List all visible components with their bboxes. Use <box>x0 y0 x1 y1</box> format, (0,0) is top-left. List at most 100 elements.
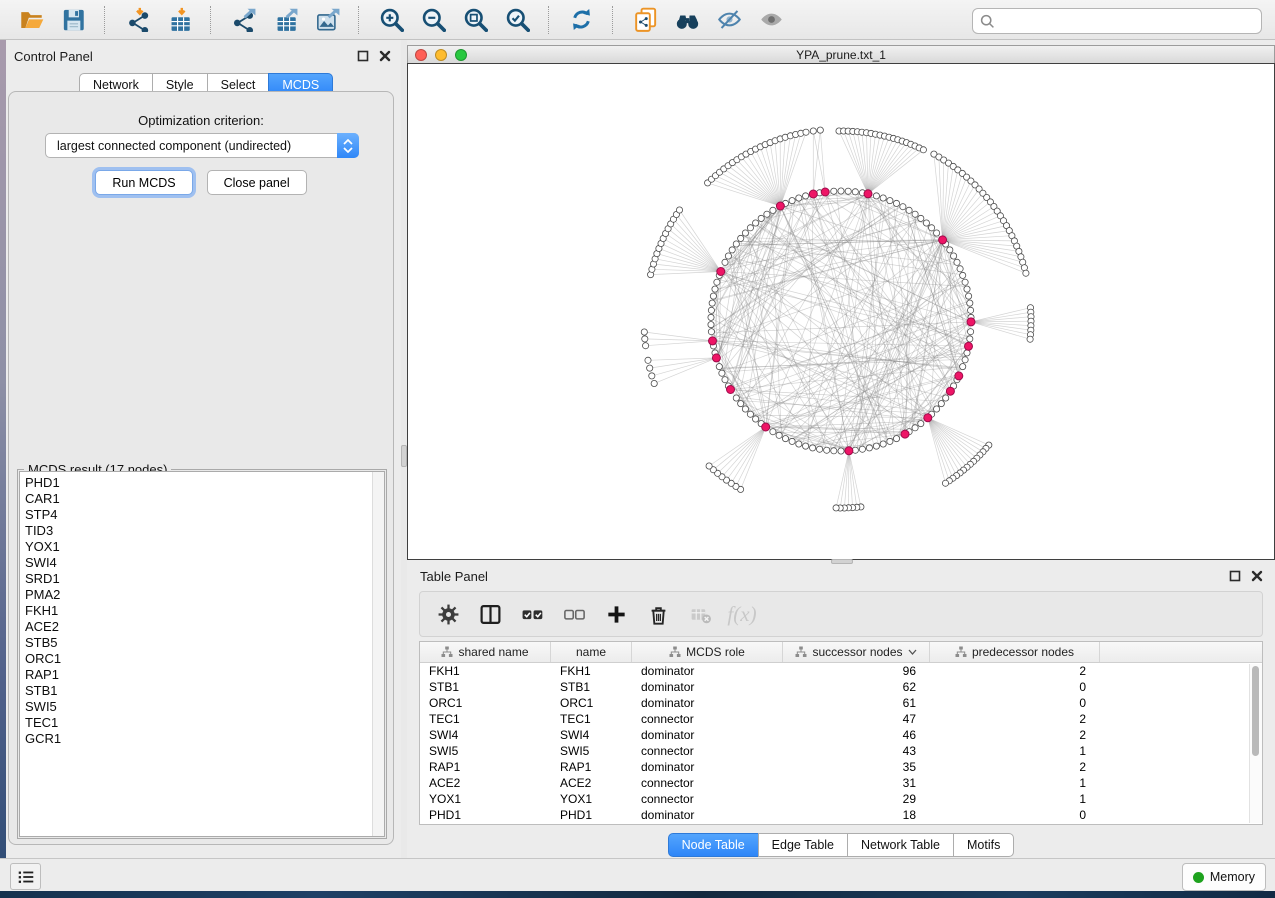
mcds-hub-node[interactable] <box>776 202 784 210</box>
network-node[interactable] <box>796 195 802 201</box>
network-node[interactable] <box>838 448 844 454</box>
table-scrollbar-thumb[interactable] <box>1252 666 1259 756</box>
mcds-result-item[interactable]: ACE2 <box>25 619 372 635</box>
mcds-result-item[interactable]: SRD1 <box>25 571 372 587</box>
run-mcds-button[interactable]: Run MCDS <box>95 170 192 195</box>
network-node[interactable] <box>643 343 649 349</box>
network-node[interactable] <box>873 193 879 199</box>
mcds-hub-node[interactable] <box>946 387 954 395</box>
network-node[interactable] <box>796 441 802 447</box>
network-node[interactable] <box>833 505 839 511</box>
network-node[interactable] <box>966 293 972 299</box>
network-node[interactable] <box>942 480 948 486</box>
table-row-ORC1[interactable]: ORC1ORC1dominator610 <box>420 695 1262 711</box>
memory-button[interactable]: Memory <box>1182 863 1266 891</box>
mcds-hub-node[interactable] <box>924 414 932 422</box>
zoom-out-icon[interactable] <box>418 5 448 35</box>
network-node[interactable] <box>943 395 949 401</box>
network-node[interactable] <box>866 445 872 451</box>
network-node[interactable] <box>934 230 940 236</box>
network-node[interactable] <box>722 377 728 383</box>
network-list-button[interactable] <box>10 863 41 890</box>
network-node[interactable] <box>782 436 788 442</box>
zoom-in-icon[interactable] <box>376 5 406 35</box>
mcds-result-item[interactable]: PMA2 <box>25 587 372 603</box>
network-node[interactable] <box>918 421 924 427</box>
network-node[interactable] <box>738 235 744 241</box>
network-graph[interactable] <box>408 64 1274 559</box>
tab-network-table[interactable]: Network Table <box>847 833 954 857</box>
network-window-titlebar[interactable]: YPA_prune.txt_1 <box>407 45 1275 63</box>
mcds-hub-node[interactable] <box>809 190 817 198</box>
network-node[interactable] <box>810 445 816 451</box>
mcds-hub-node[interactable] <box>821 188 829 196</box>
network-node[interactable] <box>831 448 837 454</box>
network-node[interactable] <box>647 365 653 371</box>
network-node[interactable] <box>710 293 716 299</box>
open-file-icon[interactable] <box>16 5 46 35</box>
network-node[interactable] <box>729 247 735 253</box>
network-node[interactable] <box>887 198 893 204</box>
network-node[interactable] <box>968 329 974 335</box>
network-canvas[interactable] <box>407 63 1275 560</box>
mcds-result-item[interactable]: GCR1 <box>25 731 372 747</box>
table-row-ACE2[interactable]: ACE2ACE2connector311 <box>420 775 1262 791</box>
mcds-result-item[interactable]: SWI5 <box>25 699 372 715</box>
network-node[interactable] <box>789 438 795 444</box>
network-node[interactable] <box>776 432 782 438</box>
network-node[interactable] <box>964 286 970 292</box>
network-node[interactable] <box>803 129 809 135</box>
network-node[interactable] <box>951 253 957 259</box>
table-row-PHD1[interactable]: PHD1PHD1dominator180 <box>420 807 1262 823</box>
network-node[interactable] <box>641 329 647 335</box>
column-header-successor-nodes[interactable]: successor nodes <box>783 642 930 662</box>
network-node[interactable] <box>708 329 714 335</box>
network-node[interactable] <box>753 220 759 226</box>
network-node[interactable] <box>947 247 953 253</box>
mcds-result-item[interactable]: STB1 <box>25 683 372 699</box>
mcds-hub-node[interactable] <box>901 430 909 438</box>
network-node[interactable] <box>722 259 728 265</box>
mcds-hub-node[interactable] <box>717 268 725 276</box>
network-node[interactable] <box>880 441 886 447</box>
network-node[interactable] <box>845 188 851 194</box>
network-node[interactable] <box>747 225 753 231</box>
import-table-icon[interactable] <box>164 5 194 35</box>
network-node[interactable] <box>873 443 879 449</box>
network-node[interactable] <box>918 215 924 221</box>
mcds-result-item[interactable]: STP4 <box>25 507 372 523</box>
network-node[interactable] <box>824 447 830 453</box>
network-node[interactable] <box>733 395 739 401</box>
mcds-result-item[interactable]: TID3 <box>25 523 372 539</box>
network-node[interactable] <box>770 207 776 213</box>
save-session-icon[interactable] <box>58 5 88 35</box>
network-node[interactable] <box>838 188 844 194</box>
mcds-hub-node[interactable] <box>712 354 720 362</box>
tab-edge-table[interactable]: Edge Table <box>758 833 848 857</box>
network-node[interactable] <box>957 266 963 272</box>
network-node[interactable] <box>758 215 764 221</box>
mcds-hub-node[interactable] <box>955 372 963 380</box>
network-node[interactable] <box>1023 270 1029 276</box>
duplicate-network-icon[interactable] <box>630 5 660 35</box>
zoom-selected-icon[interactable] <box>502 5 532 35</box>
network-node[interactable] <box>887 438 893 444</box>
network-node[interactable] <box>929 225 935 231</box>
table-row-STB1[interactable]: STB1STB1dominator620 <box>420 679 1262 695</box>
network-node[interactable] <box>770 429 776 435</box>
network-node[interactable] <box>706 463 712 469</box>
network-node[interactable] <box>960 272 966 278</box>
network-node[interactable] <box>831 188 837 194</box>
select-all-icon[interactable] <box>516 598 548 630</box>
search-binoculars-icon[interactable] <box>672 5 702 35</box>
network-node[interactable] <box>676 207 682 213</box>
split-columns-icon[interactable] <box>474 598 506 630</box>
column-header-predecessor-nodes[interactable]: predecessor nodes <box>930 642 1100 662</box>
table-row-SWI4[interactable]: SWI4SWI4dominator462 <box>420 727 1262 743</box>
column-header-name[interactable]: name <box>551 642 632 662</box>
network-node[interactable] <box>962 279 968 285</box>
mcds-result-item[interactable]: CAR1 <box>25 491 372 507</box>
tab-motifs[interactable]: Motifs <box>953 833 1014 857</box>
network-node[interactable] <box>967 336 973 342</box>
network-node[interactable] <box>712 286 718 292</box>
